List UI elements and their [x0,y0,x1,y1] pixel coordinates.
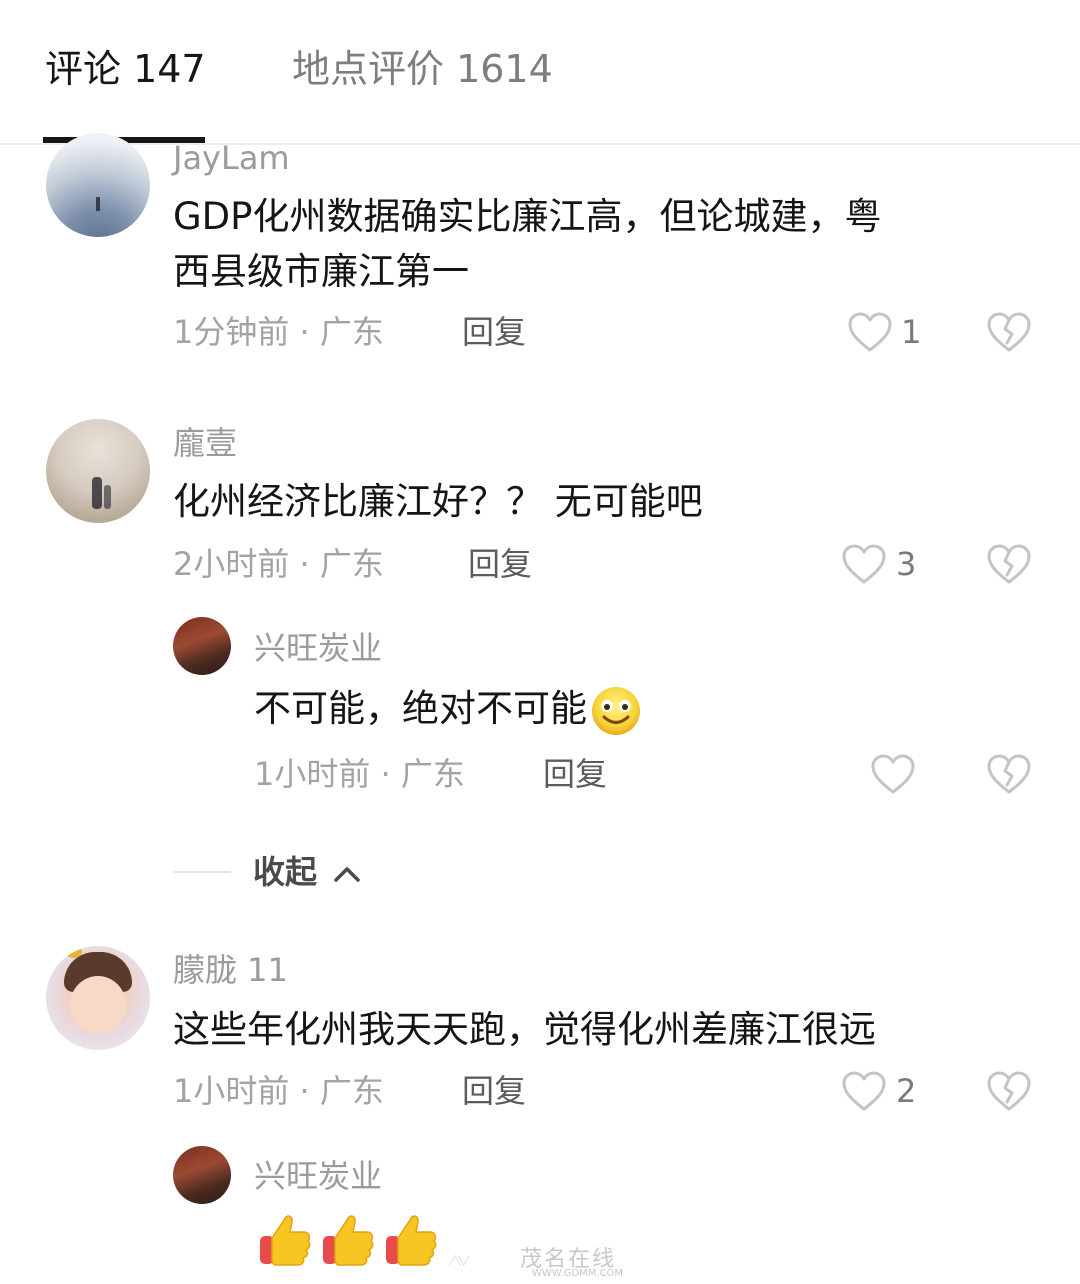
comment-text: GDP化州数据确实比廉江高，但论城建，粤 [173,195,882,238]
thumbs-up-emoji-icon [384,1210,438,1268]
collapse-label: 收起 [253,853,318,891]
thumbs-up-emoji-icon [258,1210,312,1268]
comment-meta: 1小时前 · 广东 [173,1072,384,1110]
tab-place-reviews[interactable]: 地点评价 1614 [292,46,553,92]
dislike-icon[interactable] [986,543,1032,585]
watermark-logo-icon [449,1254,470,1267]
tab-comments[interactable]: 评论 147 [45,46,206,92]
avatar[interactable] [46,133,150,237]
watermark-url: WWW.GDMM.COM [532,1268,624,1279]
collapse-button[interactable]: 收起 [253,852,362,892]
dislike-icon[interactable] [986,753,1032,795]
reply-button[interactable]: 回复 [462,1071,526,1111]
like-icon[interactable] [870,753,916,795]
comment-text: 化州经济比廉江好？？ 无可能吧 [173,480,703,523]
comment-text: 西县级市廉江第一 [173,250,469,293]
reply-button[interactable]: 回复 [468,544,532,584]
reply-username[interactable]: 兴旺炭业 [254,628,382,668]
comment-meta: 1分钟前 · 广东 [173,313,384,351]
reply-text: 不可能，绝对不可能 [254,682,645,738]
reply-avatar[interactable] [173,617,231,675]
reply-username[interactable]: 兴旺炭业 [254,1156,382,1196]
dislike-icon[interactable] [986,1070,1032,1112]
avatar[interactable] [46,946,150,1050]
chevron-up-icon [334,867,360,882]
like-count: 2 [896,1072,917,1110]
comment-meta: 2小时前 · 广东 [173,545,384,583]
reply-button[interactable]: 回复 [462,312,526,352]
like-icon[interactable] [841,1070,887,1112]
smiley-emoji-icon [592,686,640,735]
comment-username[interactable]: 朦胧 11 [173,950,288,990]
like-icon[interactable] [847,311,893,353]
comment-username[interactable]: JayLam [173,138,290,178]
thumbs-up-emoji-icon [321,1210,375,1268]
comment-username[interactable]: 龐壹 [173,423,237,463]
collapse-divider [173,871,231,873]
like-count: 3 [896,545,917,583]
like-icon[interactable] [841,543,887,585]
avatar[interactable] [46,419,150,523]
tab-bar: 评论 147 地点评价 1614 [0,0,1080,145]
dislike-icon[interactable] [986,311,1032,353]
reply-meta: 1小时前 · 广东 [254,755,465,793]
reply-text-content: 不可能，绝对不可能 [254,687,587,730]
like-count: 1 [901,313,922,351]
reply-button[interactable]: 回复 [543,754,607,794]
comment-text: 这些年化州我天天跑，觉得化州差廉江很远 [173,1008,876,1051]
reply-avatar[interactable] [173,1146,231,1204]
